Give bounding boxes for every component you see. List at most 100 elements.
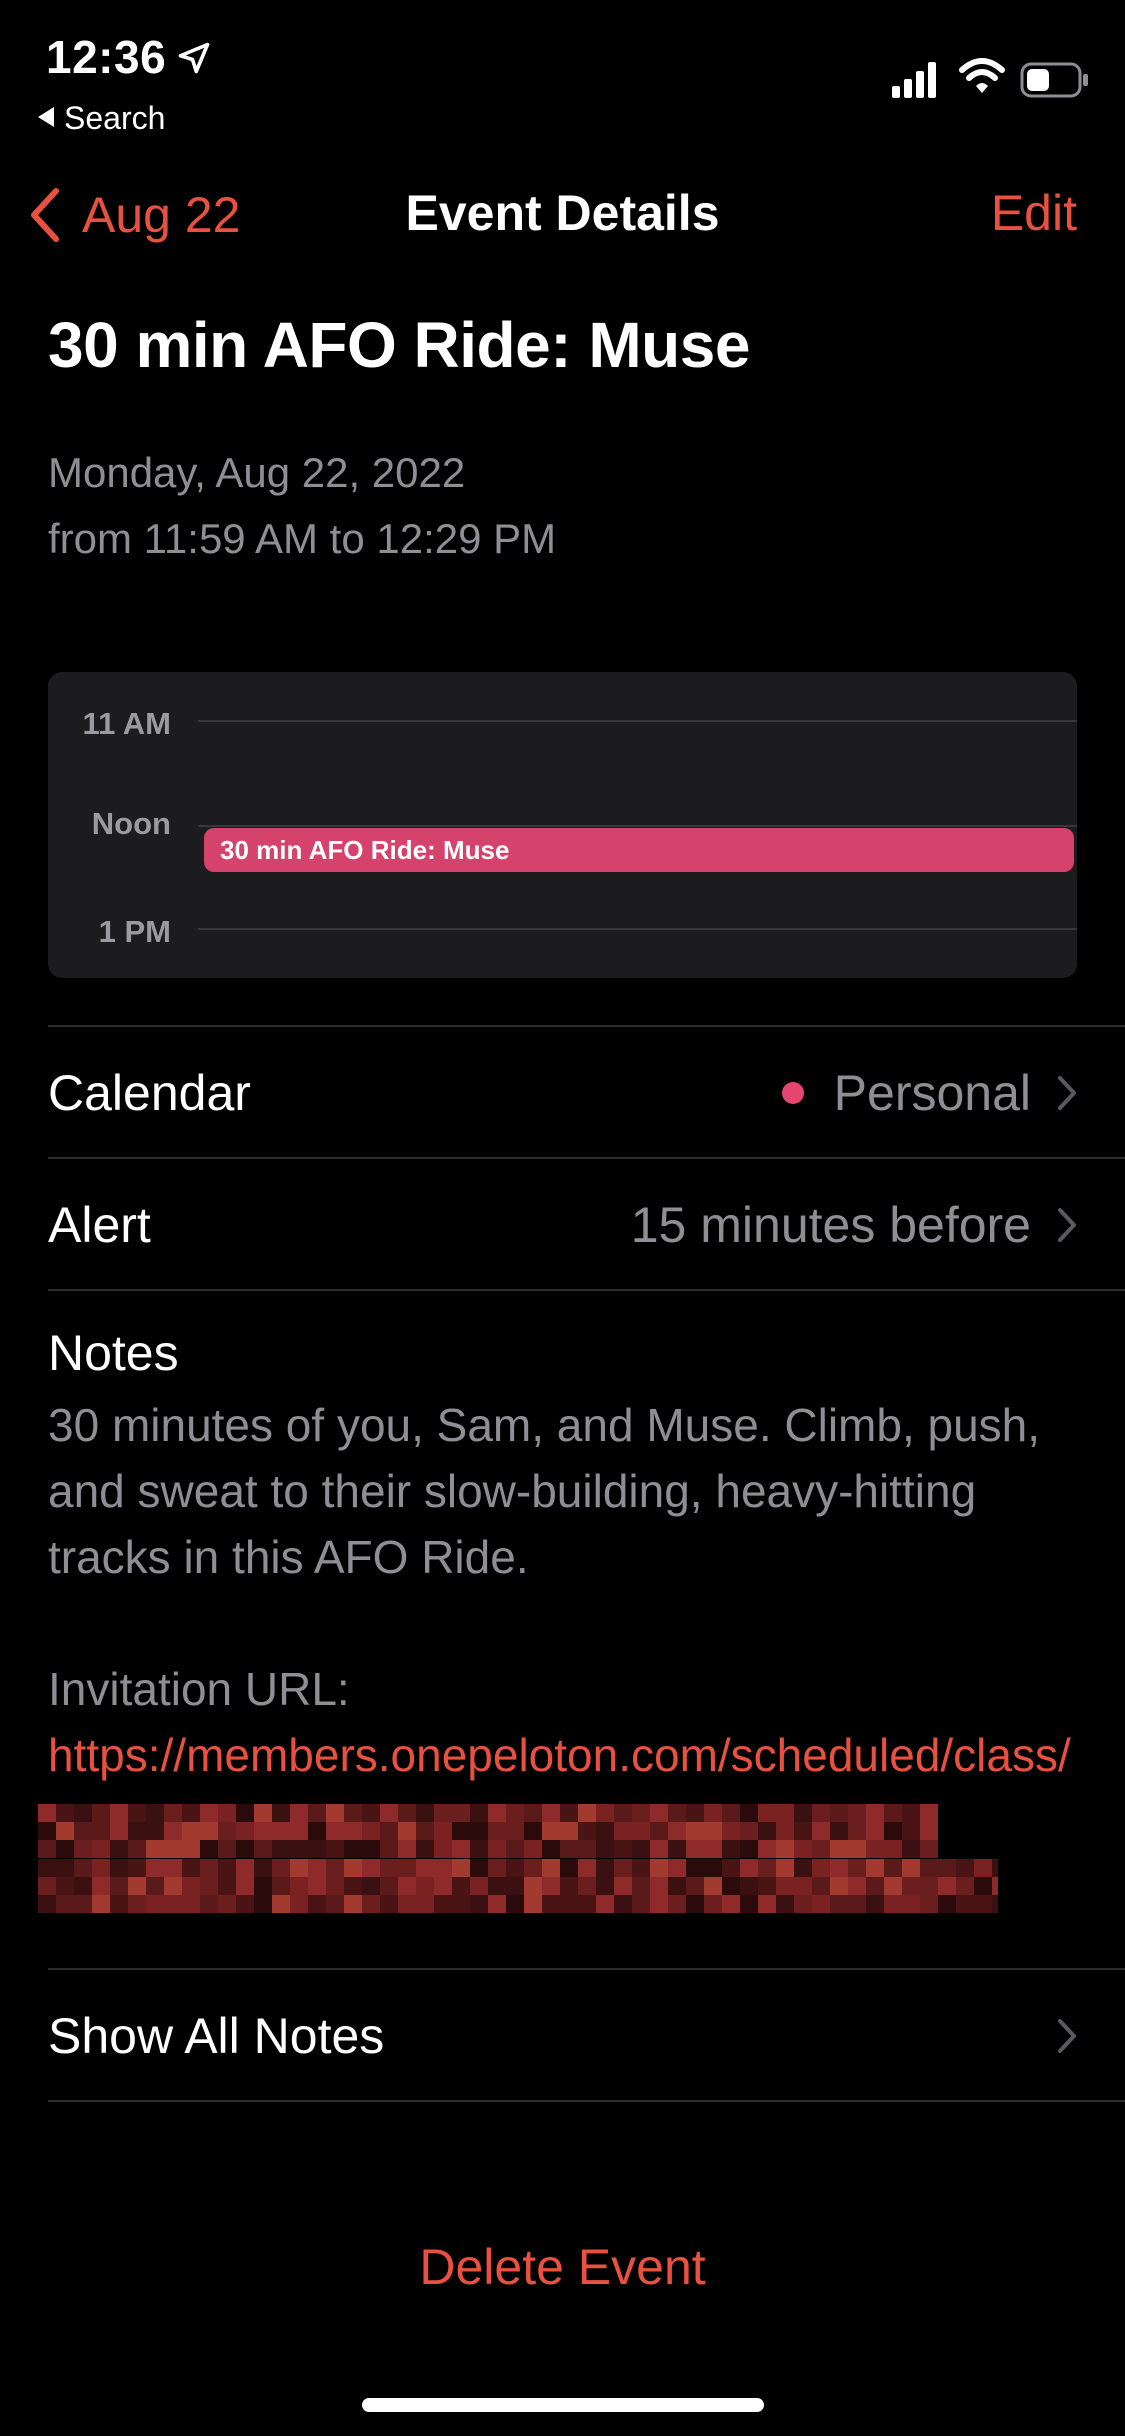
cellular-signal-icon — [892, 62, 936, 98]
redaction-pixel — [272, 1804, 290, 1822]
redaction-pixel — [848, 1822, 866, 1840]
redaction-pixel — [452, 1804, 470, 1822]
redaction-pixel — [632, 1804, 650, 1822]
redaction-pixel — [398, 1804, 416, 1822]
redaction-pixel — [668, 1877, 686, 1895]
redaction-pixel — [866, 1822, 884, 1840]
redaction-pixel — [182, 1804, 200, 1822]
calendar-row[interactable]: Calendar Personal — [48, 1028, 1077, 1158]
redaction-pixel — [38, 1804, 56, 1822]
redaction-pixel — [722, 1822, 740, 1840]
redaction-pixel — [902, 1822, 920, 1840]
redaction-pixel — [344, 1840, 362, 1858]
redaction-pixel — [704, 1804, 722, 1822]
chevron-left-icon — [31, 188, 59, 242]
location-arrow-icon — [178, 42, 210, 74]
redaction-pixel — [560, 1840, 578, 1858]
redaction-pixel — [272, 1877, 290, 1895]
redaction-pixel — [560, 1877, 578, 1895]
redaction-pixel — [974, 1877, 992, 1895]
redaction-pixel — [506, 1895, 524, 1913]
redaction-pixel — [128, 1822, 146, 1840]
back-to-day-button[interactable]: Aug 22 — [28, 180, 240, 250]
redaction-pixel — [200, 1822, 218, 1840]
redaction-pixel — [110, 1804, 128, 1822]
redaction-pixel — [830, 1859, 848, 1877]
home-indicator[interactable] — [362, 2398, 764, 2412]
redaction-pixel — [236, 1840, 254, 1858]
redaction-pixel — [506, 1877, 524, 1895]
redaction-pixel — [416, 1840, 434, 1858]
redaction-pixel — [884, 1840, 902, 1858]
redaction-pixel — [884, 1822, 902, 1840]
redaction-pixel — [128, 1804, 146, 1822]
redaction-pixel — [866, 1895, 884, 1913]
show-all-notes-label: Show All Notes — [48, 2008, 385, 2064]
redaction-pixel — [74, 1822, 92, 1840]
redaction-pixel — [290, 1859, 308, 1877]
redaction-pixel — [164, 1877, 182, 1895]
redaction-pixel — [740, 1859, 758, 1877]
redaction-pixel — [308, 1840, 326, 1858]
redaction-pixel — [938, 1859, 956, 1877]
day-preview[interactable]: 11 AM Noon 1 PM 30 min AFO Ride: Muse — [48, 672, 1077, 978]
redaction-pixel — [488, 1877, 506, 1895]
redaction-pixel — [578, 1840, 596, 1858]
redaction-pixel — [776, 1822, 794, 1840]
event-block[interactable]: 30 min AFO Ride: Muse — [204, 828, 1074, 872]
redaction-pixel — [326, 1804, 344, 1822]
redaction-pixel — [110, 1877, 128, 1895]
calendar-color-dot — [781, 1082, 804, 1104]
back-to-search-link[interactable]: Search — [38, 100, 165, 137]
redaction-pixel — [758, 1859, 776, 1877]
redaction-pixel — [578, 1877, 596, 1895]
redaction-pixel — [38, 1859, 56, 1877]
redaction-pixel — [812, 1822, 830, 1840]
alert-value: 15 minutes before — [631, 1196, 1077, 1254]
alert-row[interactable]: Alert 15 minutes before — [48, 1160, 1077, 1290]
redaction-pixel — [92, 1840, 110, 1858]
redaction-pixel — [758, 1804, 776, 1822]
redaction-pixel — [380, 1840, 398, 1858]
edit-button[interactable]: Edit — [991, 184, 1077, 242]
event-date-line: Monday, Aug 22, 2022 — [48, 449, 466, 496]
redaction-pixel — [38, 1895, 56, 1913]
redaction-pixel — [812, 1804, 830, 1822]
delete-event-button[interactable]: Delete Event — [0, 2238, 1125, 2296]
redaction-pixel — [146, 1895, 164, 1913]
event-time-line: from 11:59 AM to 12:29 PM — [48, 515, 557, 562]
redaction-pixel — [416, 1895, 434, 1913]
redaction-pixel — [398, 1822, 416, 1840]
redaction-pixel — [110, 1859, 128, 1877]
divider — [48, 1025, 1125, 1027]
redaction-pixel — [974, 1895, 992, 1913]
calendar-name: Personal — [833, 1065, 1031, 1121]
redaction-pixel — [488, 1859, 506, 1877]
redaction-pixel — [326, 1840, 344, 1858]
invitation-url-link[interactable]: https://members.onepeloton.com/scheduled… — [48, 1729, 1071, 1781]
chevron-right-icon — [1058, 2019, 1076, 2053]
redaction-pixel — [956, 1859, 974, 1877]
redaction-pixel — [686, 1804, 704, 1822]
redaction-pixel — [236, 1859, 254, 1877]
redaction-pixel — [686, 1822, 704, 1840]
redaction-pixel — [704, 1859, 722, 1877]
redaction-pixel — [830, 1877, 848, 1895]
redaction-pixel — [344, 1822, 362, 1840]
redaction-pixel — [866, 1840, 884, 1858]
redaction-pixel — [668, 1895, 686, 1913]
show-all-notes-row[interactable]: Show All Notes — [48, 1971, 1077, 2101]
redaction-pixel — [776, 1859, 794, 1877]
redaction-pixel — [794, 1822, 812, 1840]
redaction-pixel — [668, 1822, 686, 1840]
event-title: 30 min AFO Ride: Muse — [48, 309, 750, 381]
redaction-pixel — [848, 1804, 866, 1822]
redaction-pixel — [524, 1895, 542, 1913]
redaction-pixel — [128, 1877, 146, 1895]
redaction-pixel — [650, 1804, 668, 1822]
redaction-pixel — [236, 1895, 254, 1913]
redaction-pixel — [668, 1859, 686, 1877]
redaction-pixel — [560, 1859, 578, 1877]
redaction-pixel — [488, 1895, 506, 1913]
redaction-pixel — [326, 1822, 344, 1840]
